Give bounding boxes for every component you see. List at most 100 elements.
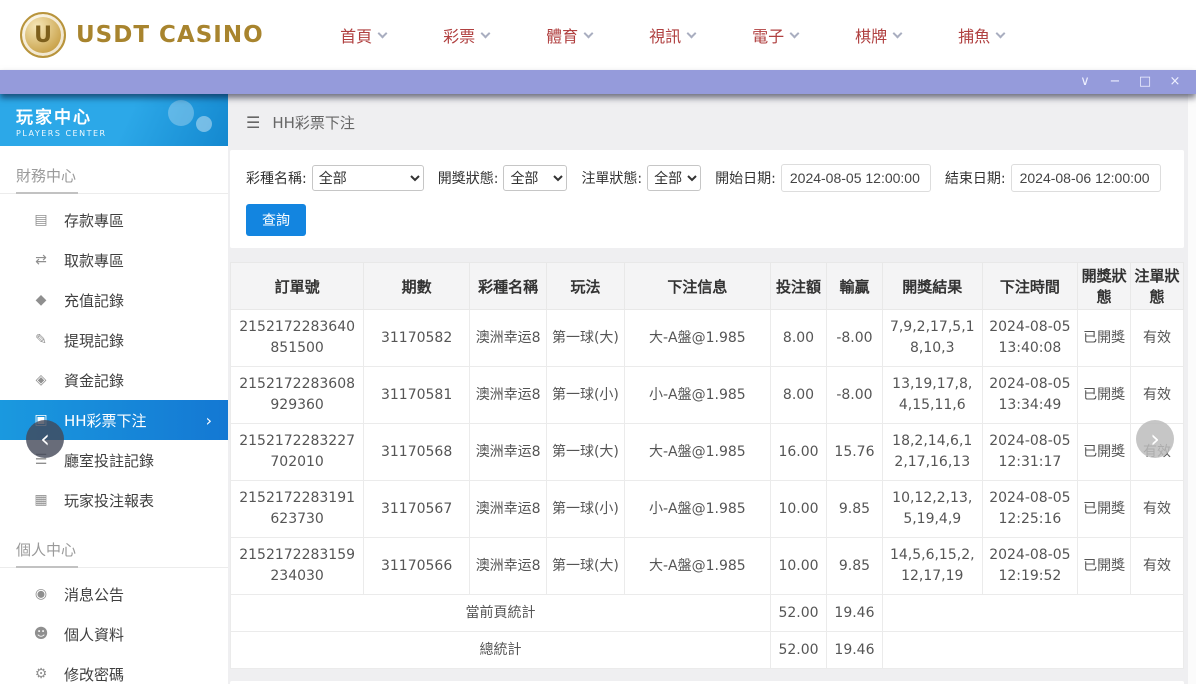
cell-draw-status: 已開獎: [1078, 424, 1131, 481]
decorative-ball-icon: [168, 100, 194, 126]
window-title-bar: ∨ − □ ×: [0, 70, 1196, 94]
window-minimize-button[interactable]: −: [1100, 70, 1130, 94]
brand-logo-icon: U: [20, 12, 66, 58]
query-button[interactable]: 查詢: [246, 204, 306, 236]
cell-order-no: 2152172283159234030: [231, 538, 364, 595]
cell-draw-status: 已開獎: [1078, 310, 1131, 367]
order-status-select[interactable]: 全部: [647, 165, 701, 191]
withdrawal-records-icon: ✎: [33, 332, 49, 348]
sidebar-item-announcements[interactable]: ◉ 消息公告: [0, 574, 228, 614]
brand-logo[interactable]: U USDT CASINO: [20, 12, 264, 58]
scrollbar[interactable]: [1188, 94, 1196, 684]
cell-bet-time: 2024-08-05 12:25:16: [982, 481, 1078, 538]
cell-draw-result: 14,5,6,15,2,12,17,19: [882, 538, 982, 595]
sidebar-item-withdrawal-records[interactable]: ✎ 提現記錄: [0, 320, 228, 360]
page-summary-winloss: 19.46: [826, 595, 882, 632]
sidebar-item-label: 提現記錄: [64, 330, 124, 351]
lottery-type-select[interactable]: 全部: [312, 165, 424, 191]
table-row: 2152172283191623730 31170567 澳洲幸运8 第一球(小…: [231, 481, 1184, 538]
cell-order-no: 2152172283191623730: [231, 481, 364, 538]
draw-status-select[interactable]: 全部: [503, 165, 567, 191]
nav-item-label: 體育: [546, 23, 578, 47]
page-summary-row: 當前頁統計 52.00 19.46: [231, 595, 1184, 632]
brand-name: USDT CASINO: [76, 22, 264, 48]
cell-period: 31170582: [364, 310, 470, 367]
cell-draw-status: 已開獎: [1078, 538, 1131, 595]
cell-draw-result: 13,19,17,8,4,15,11,6: [882, 367, 982, 424]
sidebar-item-recharge-records[interactable]: ◆ 充值記錄: [0, 280, 228, 320]
next-button[interactable]: ›: [1136, 420, 1174, 458]
sidebar-item-withdraw[interactable]: ⇄ 取款專區: [0, 240, 228, 280]
nav-item-label: 電子: [752, 23, 784, 47]
nav-item-slots[interactable]: 電子: [724, 23, 827, 47]
table-row: 2152172283227702010 31170568 澳洲幸运8 第一球(大…: [231, 424, 1184, 481]
cell-period: 31170566: [364, 538, 470, 595]
table-header-row: 訂單號 期數 彩種名稱 玩法 下注信息 投注額 輸贏 開獎結果 下注時間 開獎狀…: [231, 263, 1184, 310]
breadcrumb: ☰ HH彩票下注: [230, 94, 1184, 150]
cell-lottery-name: 澳洲幸运8: [470, 481, 547, 538]
start-date-input[interactable]: [781, 164, 931, 192]
nav-item-live[interactable]: 視訊: [621, 23, 724, 47]
col-lottery-name: 彩種名稱: [470, 263, 547, 310]
nav-item-label: 彩票: [443, 23, 475, 47]
nav-item-lottery[interactable]: 彩票: [415, 23, 518, 47]
nav-item-cards[interactable]: 棋牌: [827, 23, 930, 47]
total-summary-bet: 52.00: [771, 632, 827, 669]
fund-records-icon: ◈: [33, 372, 49, 388]
total-summary-row: 總統計 52.00 19.46: [231, 632, 1184, 669]
cell-play: 第一球(小): [547, 481, 624, 538]
sidebar-item-fund-records[interactable]: ◈ 資金記錄: [0, 360, 228, 400]
window-close-button[interactable]: ×: [1160, 70, 1190, 94]
content-area: 玩家中心 PLAYERS CENTER 財務中心 ▤ 存款專區 ⇄ 取款專區 ◆…: [0, 94, 1196, 684]
nav-item-home[interactable]: 首頁: [312, 23, 415, 47]
sidebar-item-player-bet-report[interactable]: ▦ 玩家投注報表: [0, 480, 228, 520]
cell-bet-amount: 8.00: [771, 367, 827, 424]
cell-bet-amount: 10.00: [771, 481, 827, 538]
deposit-icon: ▤: [33, 212, 49, 228]
sidebar-item-change-password[interactable]: ⚙ 修改密碼: [0, 654, 228, 684]
chevron-down-icon: [481, 28, 491, 38]
cell-bet-time: 2024-08-05 12:31:17: [982, 424, 1078, 481]
cell-order-status: 有效: [1131, 538, 1184, 595]
cell-winloss: 9.85: [826, 481, 882, 538]
nav-item-fishing[interactable]: 捕魚: [930, 23, 1033, 47]
recharge-records-icon: ◆: [33, 292, 49, 308]
hamburger-menu-icon[interactable]: ☰: [246, 113, 260, 132]
collapse-sidebar-button[interactable]: ‹: [26, 420, 64, 458]
cell-bet-time: 2024-08-05 13:34:49: [982, 367, 1078, 424]
cell-lottery-name: 澳洲幸运8: [470, 538, 547, 595]
main-nav: 首頁 彩票 體育 視訊 電子 棋牌 捕魚: [312, 23, 1033, 47]
filter-panel: 彩種名稱: 全部 開獎狀態: 全部 注單狀態: 全部 開始日期: 結束日期: 查…: [230, 150, 1184, 248]
chevron-down-icon: [584, 28, 594, 38]
window-chevron-button[interactable]: ∨: [1070, 70, 1100, 94]
cell-winloss: 9.85: [826, 538, 882, 595]
cell-order-status: 有效: [1131, 481, 1184, 538]
player-report-icon: ▦: [33, 492, 49, 508]
col-order-no: 訂單號: [231, 263, 364, 310]
sidebar-item-label: 消息公告: [64, 584, 124, 605]
sidebar-item-label: 個人資料: [64, 624, 124, 645]
order-status-label: 注單狀態:: [581, 168, 642, 188]
chevron-down-icon: [790, 28, 800, 38]
sidebar-item-label: 資金記錄: [64, 370, 124, 391]
sidebar-item-label: HH彩票下注: [64, 410, 147, 431]
page-title: HH彩票下注: [272, 112, 355, 133]
start-date-label: 開始日期:: [715, 168, 776, 188]
sidebar-item-deposit[interactable]: ▤ 存款專區: [0, 200, 228, 240]
chevron-down-icon: [378, 28, 388, 38]
lottery-type-label: 彩種名稱:: [246, 168, 307, 188]
cell-winloss: 15.76: [826, 424, 882, 481]
cell-draw-status: 已開獎: [1078, 481, 1131, 538]
sidebar-item-profile[interactable]: ☻ 個人資料: [0, 614, 228, 654]
window-maximize-button[interactable]: □: [1130, 70, 1160, 94]
cell-play: 第一球(大): [547, 310, 624, 367]
logo-letter: U: [34, 23, 52, 48]
cell-bet-info: 小-A盤@1.985: [624, 367, 770, 424]
chevron-down-icon: [893, 28, 903, 38]
withdraw-icon: ⇄: [33, 252, 49, 268]
cell-order-no: 2152172283227702010: [231, 424, 364, 481]
top-bar: U USDT CASINO 首頁 彩票 體育 視訊 電子 棋牌 捕魚: [0, 0, 1196, 70]
nav-item-sports[interactable]: 體育: [518, 23, 621, 47]
cell-lottery-name: 澳洲幸运8: [470, 424, 547, 481]
end-date-input[interactable]: [1011, 164, 1161, 192]
